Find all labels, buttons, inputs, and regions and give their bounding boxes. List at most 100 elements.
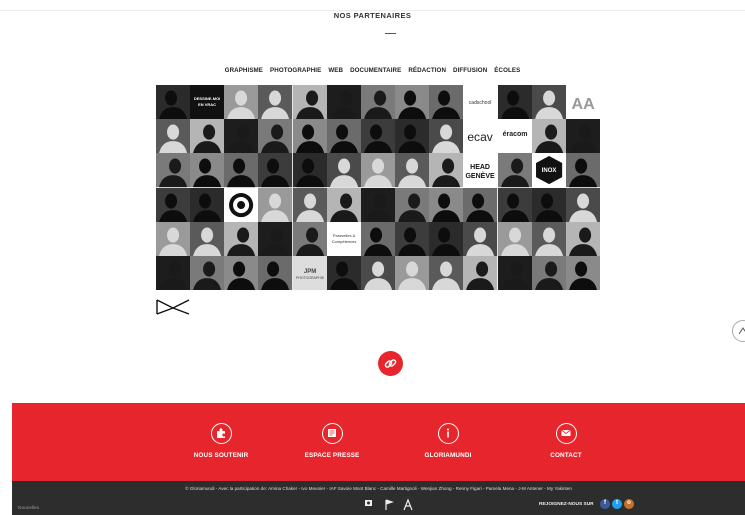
partner-portrait[interactable] — [360, 221, 396, 256]
partner-portrait[interactable] — [360, 119, 396, 154]
partner-portrait[interactable] — [190, 153, 225, 188]
partner-grid: DESSINE-MOI EN VRAC cadschool AA ecav éracom H… — [156, 85, 600, 290]
partner-portrait[interactable] — [190, 255, 225, 290]
partner-logo-head[interactable]: HEAD GENÈVE — [463, 153, 498, 188]
partner-portrait[interactable] — [224, 119, 259, 154]
partner-portrait[interactable] — [258, 119, 293, 154]
partner-portrait[interactable] — [429, 187, 464, 222]
partner-portrait[interactable] — [190, 187, 225, 222]
partner-portrait[interactable] — [429, 153, 464, 188]
partner-portrait[interactable] — [292, 187, 327, 222]
partner-portrait[interactable] — [326, 119, 361, 154]
partner-portrait[interactable] — [429, 255, 464, 290]
footer-support[interactable]: NOUS SOUTENIR — [176, 423, 266, 459]
partner-portrait[interactable] — [156, 221, 191, 256]
partner-portrait[interactable] — [258, 153, 293, 188]
partner-portrait[interactable] — [156, 119, 191, 154]
partner-portrait[interactable] — [292, 85, 327, 120]
partner-portrait[interactable] — [497, 255, 532, 290]
partner-portrait[interactable] — [360, 85, 396, 120]
twitter-icon[interactable]: t — [612, 499, 622, 509]
partner-portrait[interactable] — [395, 187, 430, 222]
partner-portrait[interactable] — [531, 187, 566, 222]
title-dash — [385, 33, 396, 34]
partner-portrait[interactable] — [224, 153, 259, 188]
partner-portrait[interactable] — [156, 255, 191, 290]
partner-portrait[interactable] — [531, 221, 566, 256]
filter-ecoles[interactable]: ÉCOLES — [494, 67, 520, 74]
partner-portrait[interactable] — [360, 187, 396, 222]
partner-portrait[interactable] — [395, 153, 430, 188]
partner-portrait[interactable] — [326, 255, 361, 290]
filter-documentaire[interactable]: DOCUMENTAIRE — [350, 67, 401, 74]
footer-contact[interactable]: CONTACT — [521, 423, 611, 459]
partner-portrait[interactable] — [497, 85, 532, 120]
partner-portrait[interactable] — [156, 187, 191, 222]
facebook-icon[interactable]: f — [600, 499, 610, 509]
partner-logo-eracom[interactable]: éracom — [497, 119, 532, 154]
partner-portrait[interactable] — [395, 221, 430, 256]
partner-portrait[interactable] — [292, 221, 327, 256]
partner-portrait[interactable] — [258, 221, 293, 256]
partner-portrait[interactable] — [531, 85, 566, 120]
partner-portrait[interactable] — [565, 119, 600, 154]
partner-portrait[interactable] — [565, 255, 600, 290]
partner-portrait[interactable] — [360, 255, 396, 290]
partner-logo-inox[interactable]: INOX — [531, 153, 566, 188]
partner-portrait[interactable] — [429, 85, 464, 120]
footer-press[interactable]: ESPACE PRESSE — [287, 423, 377, 459]
partner-portrait[interactable] — [429, 221, 464, 256]
partner-portrait[interactable] — [395, 85, 430, 120]
partner-logo-cadschool[interactable]: cadschool — [463, 85, 498, 120]
partner-portrait[interactable] — [497, 153, 532, 188]
filter-redaction[interactable]: RÉDACTION — [408, 67, 446, 74]
partner-logo-aa[interactable]: AA — [565, 85, 600, 120]
puzzle-icon — [210, 423, 232, 444]
partner-portrait[interactable] — [565, 221, 600, 256]
partner-logo-paravelles[interactable]: Paravelles & Compétences — [326, 221, 361, 256]
partner-portrait[interactable] — [531, 255, 566, 290]
partner-portrait[interactable] — [190, 221, 225, 256]
footer-about[interactable]: GLORIAMUNDI — [403, 423, 493, 459]
partner-portrait[interactable] — [258, 255, 293, 290]
partner-portrait[interactable] — [326, 187, 361, 222]
svg-text:Paravelles &: Paravelles & — [333, 233, 356, 238]
partner-portrait[interactable] — [190, 119, 225, 154]
partner-portrait[interactable] — [224, 221, 259, 256]
partner-portrait[interactable] — [497, 221, 532, 256]
partner-portrait[interactable] — [429, 119, 464, 154]
partner-portrait[interactable] — [565, 153, 600, 188]
partner-portrait[interactable] — [463, 221, 498, 256]
scroll-top-button[interactable] — [732, 320, 745, 342]
instagram-icon[interactable]: o — [624, 499, 634, 509]
partner-portrait[interactable] — [395, 119, 430, 154]
partner-portrait[interactable] — [463, 255, 498, 290]
filter-diffusion[interactable]: DIFFUSION — [453, 67, 487, 74]
partner-logo-blackbox[interactable]: DESSINE-MOI EN VRAC — [190, 85, 225, 120]
partner-portrait[interactable] — [326, 85, 361, 120]
share-link-button[interactable] — [378, 351, 403, 376]
partner-portrait[interactable] — [531, 119, 566, 154]
filter-photographie[interactable]: PHOTOGRAPHIE — [270, 67, 321, 74]
partner-portrait[interactable] — [565, 187, 600, 222]
partner-logo-ecav[interactable]: ecav — [463, 119, 498, 154]
partner-portrait[interactable] — [258, 85, 293, 120]
partner-portrait[interactable] — [395, 255, 430, 290]
partner-portrait[interactable] — [224, 255, 259, 290]
partner-portrait[interactable] — [258, 187, 293, 222]
svg-text:Compétences: Compétences — [332, 239, 357, 244]
partner-logo-jpm[interactable]: JPM PHOTOGRAPHIE — [292, 255, 327, 290]
partner-logo-target[interactable] — [224, 187, 259, 222]
social-label: REJOIGNEZ-NOUS SUR — [539, 502, 594, 507]
partner-portrait[interactable] — [156, 153, 191, 188]
filter-web[interactable]: WEB — [328, 67, 343, 74]
filter-graphisme[interactable]: GRAPHISME — [225, 67, 263, 74]
partner-portrait[interactable] — [463, 187, 498, 222]
partner-portrait[interactable] — [326, 153, 361, 188]
partner-portrait[interactable] — [224, 85, 259, 120]
partner-portrait[interactable] — [360, 153, 396, 188]
partner-portrait[interactable] — [292, 119, 327, 154]
partner-portrait[interactable] — [292, 153, 327, 188]
partner-portrait[interactable] — [497, 187, 532, 222]
partner-portrait[interactable] — [156, 85, 191, 120]
